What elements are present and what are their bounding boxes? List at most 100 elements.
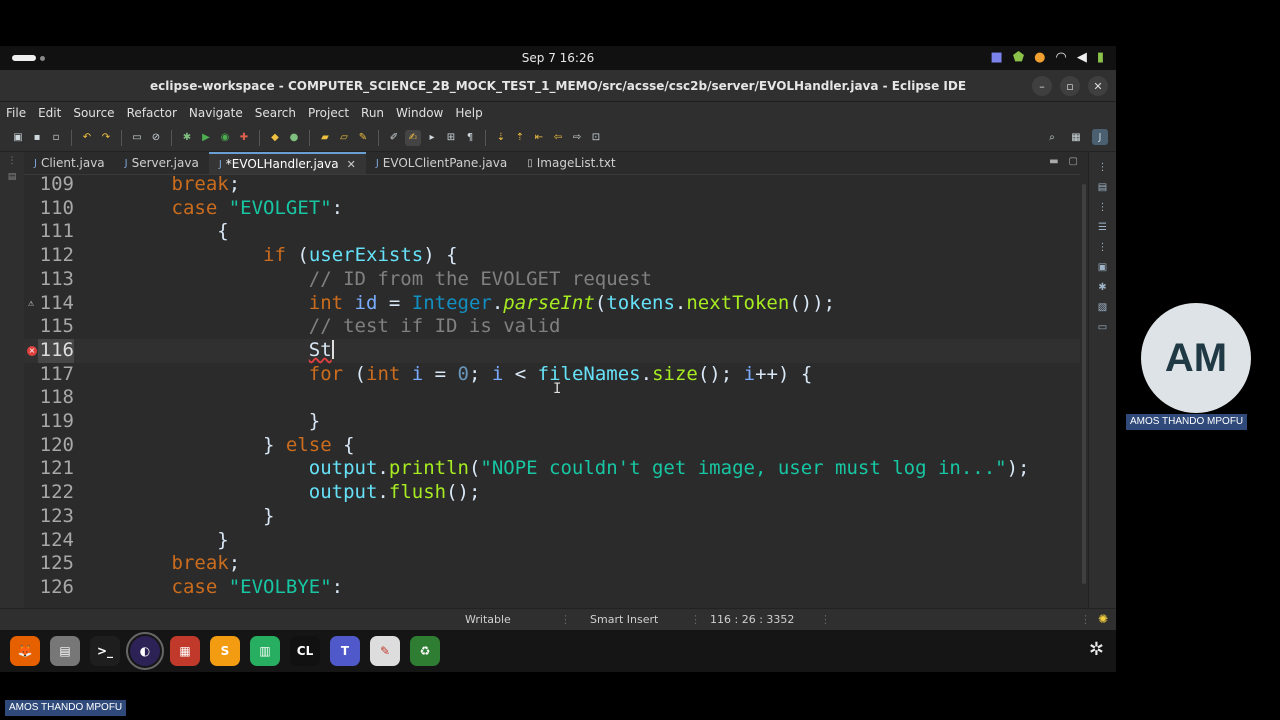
minimize-button[interactable]: – bbox=[1032, 76, 1052, 96]
code-line[interactable]: 111 { bbox=[24, 220, 1080, 244]
menu-source[interactable]: Source bbox=[73, 106, 114, 120]
code-line[interactable]: 123 } bbox=[24, 505, 1080, 529]
menu-help[interactable]: Help bbox=[455, 106, 482, 120]
close-button[interactable]: ✕ bbox=[1088, 76, 1108, 96]
code-line[interactable]: 115 // test if ID is valid bbox=[24, 315, 1080, 339]
tab-evolclientpane-java[interactable]: J EVOLClientPane.java bbox=[366, 152, 517, 174]
status-insert-mode[interactable]: Smart Insert bbox=[590, 613, 658, 626]
files-icon[interactable]: ▤ bbox=[50, 636, 80, 666]
volume-icon[interactable]: ◀ bbox=[1077, 50, 1087, 66]
package-explorer-icon[interactable]: ▤ bbox=[8, 172, 17, 182]
tip-bulb-icon[interactable]: ✺ bbox=[1098, 612, 1108, 626]
scrollbar-thumb[interactable] bbox=[1082, 184, 1086, 584]
wifi-icon[interactable]: ◠ bbox=[1056, 50, 1067, 66]
skip-breakpoints-icon[interactable]: ⊘ bbox=[148, 130, 164, 146]
code-line[interactable]: 126 case "EVOLBYE": bbox=[24, 576, 1080, 600]
redo-icon[interactable]: ↷ bbox=[98, 130, 114, 146]
code-line[interactable]: 124 } bbox=[24, 529, 1080, 553]
perspective-icon[interactable]: ▦ bbox=[1068, 129, 1084, 145]
code-line[interactable]: 113 // ID from the EVOLGET request bbox=[24, 268, 1080, 292]
external-tools-icon[interactable]: ✚ bbox=[236, 130, 252, 146]
forward-icon[interactable]: ⇨ bbox=[569, 130, 585, 146]
window-title-bar[interactable]: eclipse-workspace - COMPUTER_SCIENCE_2B_… bbox=[0, 70, 1116, 102]
next-annotation-icon[interactable]: ⇣ bbox=[493, 130, 509, 146]
system-tray[interactable]: ■ ⬟ ● ◠ ◀ ▮ bbox=[991, 50, 1104, 66]
trash-icon[interactable]: ♻ bbox=[410, 636, 440, 666]
error-marker-icon[interactable]: × bbox=[27, 345, 37, 356]
search-tool-icon[interactable]: ✎ bbox=[355, 130, 371, 146]
clion-icon[interactable]: CL bbox=[290, 636, 320, 666]
code-line[interactable]: 110 case "EVOLGET": bbox=[24, 197, 1080, 221]
javadoc-icon[interactable]: ▧ bbox=[1098, 302, 1107, 313]
code-line[interactable]: 125 break; bbox=[24, 552, 1080, 576]
spreadsheet-icon[interactable]: ▥ bbox=[250, 636, 280, 666]
block-select-icon[interactable]: ⊞ bbox=[443, 130, 459, 146]
last-edit-icon[interactable]: ⇤ bbox=[531, 130, 547, 146]
problems-icon[interactable]: ✱ bbox=[1098, 282, 1106, 293]
sublime-icon[interactable]: S bbox=[210, 636, 240, 666]
show-whitespace-icon[interactable]: ¶ bbox=[462, 130, 478, 146]
menu-refactor[interactable]: Refactor bbox=[127, 106, 177, 120]
maximize-button[interactable]: ▫ bbox=[1060, 76, 1080, 96]
new-java-project-icon[interactable]: ◆ bbox=[267, 130, 283, 146]
clock[interactable]: Sep 7 16:26 bbox=[0, 51, 1116, 65]
code-line[interactable]: 118 bbox=[24, 386, 1080, 410]
status-cursor-position[interactable]: 116 : 26 : 3352 bbox=[710, 613, 794, 626]
menu-navigate[interactable]: Navigate bbox=[189, 106, 243, 120]
terminal-icon[interactable]: ▭ bbox=[129, 130, 145, 146]
restore-icon[interactable]: ⋮ bbox=[1098, 162, 1108, 173]
open-type-icon[interactable]: ▰ bbox=[317, 130, 333, 146]
close-icon[interactable]: ✕ bbox=[347, 158, 356, 171]
pin-editor-icon[interactable]: ⊡ bbox=[588, 130, 604, 146]
outline-icon[interactable]: ⋮ bbox=[1098, 202, 1108, 213]
code-line[interactable]: 112 if (userExists) { bbox=[24, 244, 1080, 268]
menu-project[interactable]: Project bbox=[308, 106, 349, 120]
teams-icon[interactable]: T bbox=[330, 636, 360, 666]
office-icon[interactable]: ▦ bbox=[170, 636, 200, 666]
toggle-mark-icon[interactable]: ✐ bbox=[386, 130, 402, 146]
text-editor-icon[interactable]: ✎ bbox=[370, 636, 400, 666]
search-icon[interactable]: ⌕ bbox=[1044, 129, 1060, 145]
shield-icon[interactable]: ⬟ bbox=[1013, 50, 1024, 66]
code-line[interactable]: 116 × St bbox=[24, 338, 1080, 363]
menu-window[interactable]: Window bbox=[396, 106, 443, 120]
save-icon[interactable]: ▪ bbox=[29, 130, 45, 146]
highlight-icon[interactable]: ✍ bbox=[405, 129, 421, 146]
menu-search[interactable]: Search bbox=[255, 106, 296, 120]
tab-imagelist-txt[interactable]: ▯ ImageList.txt bbox=[517, 152, 625, 174]
code-editor[interactable]: 109 break; 110 case "EVOLGET": 111 {112 if… bbox=[24, 174, 1080, 606]
code-line[interactable]: 109 break; bbox=[24, 175, 1080, 197]
terminal-icon[interactable]: >_ bbox=[90, 636, 120, 666]
eclipse-icon[interactable]: ◐ bbox=[126, 632, 164, 670]
code-line[interactable]: 121 output.println("NOPE couldn't get im… bbox=[24, 457, 1080, 481]
firefox-icon[interactable]: 🦊 bbox=[10, 636, 40, 666]
save-all-icon[interactable]: ▫ bbox=[48, 130, 64, 146]
code-line[interactable]: 119 } bbox=[24, 410, 1080, 434]
declaration-icon[interactable]: ▭ bbox=[1098, 322, 1107, 333]
open-task-icon[interactable]: ▱ bbox=[336, 130, 352, 146]
tab-evolhandler-java[interactable]: J *EVOLHandler.java ✕ bbox=[208, 152, 366, 174]
code-line[interactable]: 114 ⚠ int id = Integer.parseInt(tokens.ne… bbox=[24, 292, 1080, 316]
back-icon[interactable]: ⇦ bbox=[550, 130, 566, 146]
code-line[interactable]: 117 for (int i = 0; i < fileNames.size()… bbox=[24, 363, 1080, 387]
tab-server-java[interactable]: J Server.java bbox=[115, 152, 209, 174]
code-line[interactable]: 122 output.flush(); bbox=[24, 481, 1080, 505]
console-icon[interactable]: ▣ bbox=[1098, 262, 1107, 273]
task-list-icon[interactable]: ▤ bbox=[1098, 182, 1107, 193]
maximize-editor-icon[interactable]: ▢ bbox=[1069, 156, 1078, 167]
editor-vertical-scrollbar[interactable] bbox=[1080, 174, 1088, 606]
annotation-icon[interactable]: ▸ bbox=[424, 130, 440, 146]
restore-icon[interactable]: ⋮ bbox=[8, 156, 17, 166]
menu-edit[interactable]: Edit bbox=[38, 106, 61, 120]
teams-icon[interactable]: ■ bbox=[991, 50, 1003, 66]
show-apps-icon[interactable]: ✲ bbox=[1089, 639, 1104, 660]
view-menu-icon[interactable]: ⋮ bbox=[1098, 242, 1108, 253]
undo-icon[interactable]: ↶ bbox=[79, 130, 95, 146]
minimize-editor-icon[interactable]: ▬ bbox=[1049, 156, 1058, 167]
hierarchy-icon[interactable]: ☰ bbox=[1098, 222, 1107, 233]
new-icon[interactable]: ▣ bbox=[10, 130, 26, 146]
previous-annotation-icon[interactable]: ⇡ bbox=[512, 130, 528, 146]
menu-run[interactable]: Run bbox=[361, 106, 384, 120]
run-icon[interactable]: ▶ bbox=[198, 130, 214, 146]
battery-icon[interactable]: ▮ bbox=[1097, 50, 1104, 66]
